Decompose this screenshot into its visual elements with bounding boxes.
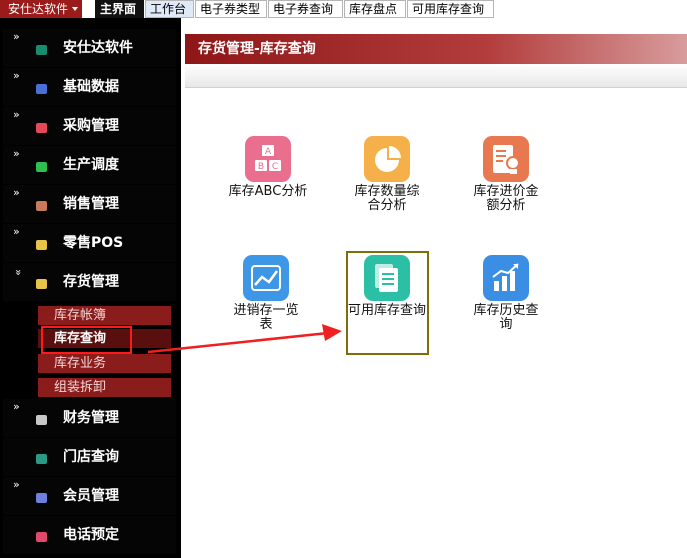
annotation-arrow: [147, 324, 342, 354]
